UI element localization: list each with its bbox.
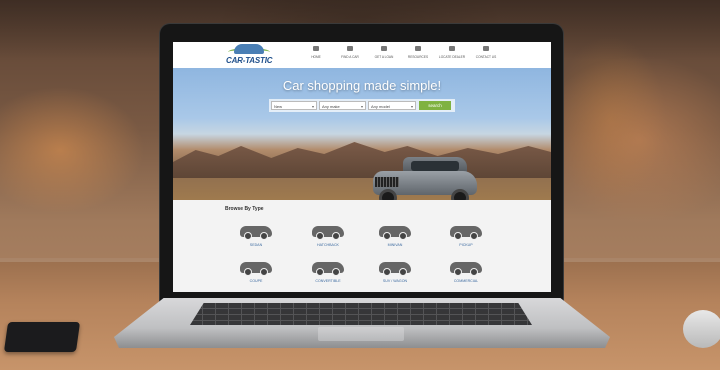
jeep-window [411, 161, 459, 171]
contact-icon [483, 46, 489, 51]
type-suv-wagon[interactable]: SUV / WAGON [375, 262, 415, 283]
browse-section: Browse By Type SEDAN HATCHBACK MINIVAN P… [173, 200, 551, 292]
dealer-icon [449, 46, 455, 51]
type-pickup[interactable]: PICKUP [446, 226, 486, 247]
make-select[interactable]: Any make [319, 101, 366, 111]
computer-mouse [683, 310, 720, 348]
car-icon [347, 46, 353, 51]
suv-icon [379, 262, 411, 276]
resources-icon [415, 46, 421, 51]
search-bar: New Any make Any model search [269, 99, 455, 112]
nav-item-home[interactable]: HOME [299, 46, 333, 59]
smartphone [3, 322, 81, 352]
loan-icon [381, 46, 387, 51]
type-hatchback[interactable]: HATCHBACK [308, 226, 348, 247]
browse-title: Browse By Type [225, 206, 264, 212]
pickup-icon [450, 226, 482, 240]
hatchback-icon [312, 226, 344, 240]
hero-title: Car shopping made simple! [282, 78, 442, 93]
type-label: COUPE [249, 279, 263, 283]
home-icon [313, 46, 319, 51]
type-convertible[interactable]: CONVERTIBLE [308, 262, 348, 283]
logo-car-icon [234, 44, 264, 54]
nav-label: GET A LOAN [374, 55, 394, 59]
type-minivan[interactable]: MINIVAN [375, 226, 415, 247]
type-label: SEDAN [249, 243, 263, 247]
logo-text: CAR-TASTIC [226, 56, 273, 65]
commercial-van-icon [450, 262, 482, 276]
nav-label: LOCATE DEALER [438, 55, 466, 59]
nav-item-find-a-car[interactable]: FIND A CAR [333, 46, 367, 59]
laptop-keyboard [190, 303, 532, 325]
search-button[interactable]: search [419, 101, 451, 110]
type-label: CONVERTIBLE [315, 279, 341, 283]
nav-item-get-a-loan[interactable]: GET A LOAN [367, 46, 401, 59]
minivan-icon [379, 226, 411, 240]
coupe-icon [240, 262, 272, 276]
nav-label: CONTACT US [475, 55, 497, 59]
jeep-grill [375, 177, 399, 187]
type-label: MINIVAN [387, 243, 403, 247]
nav-label: RESOURCES [407, 55, 429, 59]
type-sedan[interactable]: SEDAN [236, 226, 276, 247]
nav-label: FIND A CAR [341, 55, 359, 59]
hero-banner: Car shopping made simple! New Any make A… [173, 68, 551, 207]
nav-item-locate-dealer[interactable]: LOCATE DEALER [435, 46, 469, 59]
type-label: PICKUP [459, 243, 473, 247]
mountains-image [173, 142, 551, 178]
main-nav: HOME FIND A CAR GET A LOAN RESOURCES LOC… [299, 46, 503, 59]
nav-label: HOME [311, 55, 321, 59]
sedan-icon [240, 226, 272, 240]
laptop-screen: CAR-TASTIC HOME FIND A CAR GET A LOAN RE… [173, 42, 551, 292]
type-label: SUV / WAGON [382, 279, 408, 283]
site-header: CAR-TASTIC HOME FIND A CAR GET A LOAN RE… [173, 42, 551, 69]
type-commercial[interactable]: COMMERCIAL [446, 262, 486, 283]
type-label: COMMERCIAL [453, 279, 479, 283]
type-label: HATCHBACK [317, 243, 339, 247]
site-logo[interactable]: CAR-TASTIC [226, 44, 272, 66]
model-select[interactable]: Any model [368, 101, 416, 111]
convertible-icon [312, 262, 344, 276]
nav-item-contact-us[interactable]: CONTACT US [469, 46, 503, 59]
nav-item-resources[interactable]: RESOURCES [401, 46, 435, 59]
laptop-trackpad [318, 327, 404, 341]
type-coupe[interactable]: COUPE [236, 262, 276, 283]
condition-select[interactable]: New [271, 101, 317, 111]
